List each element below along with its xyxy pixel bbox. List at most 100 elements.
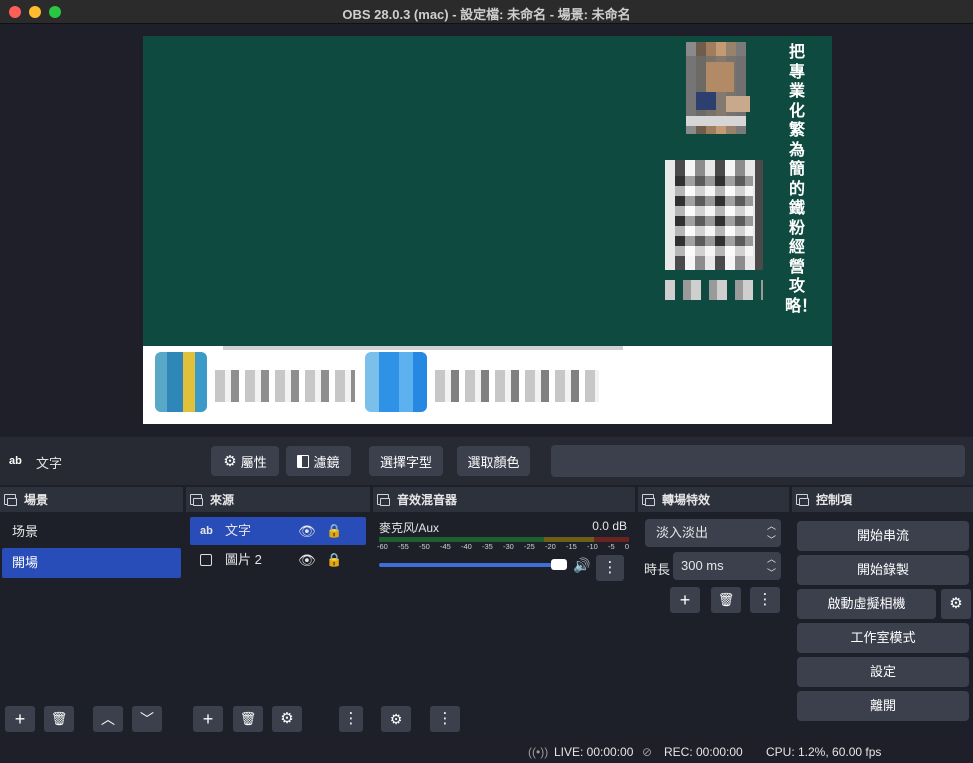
live-signal-icon: ((•)) — [528, 745, 549, 759]
scene-item[interactable]: 场景 — [2, 517, 181, 547]
duration-label: 時長 — [644, 562, 671, 577]
properties-label: 屬性 — [240, 454, 267, 470]
sources-dock-header[interactable]: 來源 — [186, 487, 370, 513]
start-streaming-button[interactable]: 開始串流 — [797, 521, 969, 551]
remove-transition-button[interactable]: 🗑 — [711, 587, 741, 613]
pixel-block — [706, 62, 734, 92]
speaker-icon[interactable]: 🔊 — [573, 557, 590, 574]
meter-ticks: -60 -55 -50 -45 -40 -35 -30 -25 -20 -15 -10 -5 0 — [377, 542, 629, 551]
channel-more-button[interactable]: ⋮ — [596, 555, 624, 581]
chevron-updown-icon[interactable]: ︿ ﹀ — [767, 552, 776, 580]
title-bar: OBS 28.0.3 (mac) - 設定檔: 未命名 - 場景: 未命名 — [0, 0, 973, 24]
dock-undock-icon[interactable] — [377, 494, 390, 506]
filters-label: 濾鏡 — [313, 454, 340, 470]
transitions-dock-header[interactable]: 轉場特效 — [638, 487, 789, 513]
dock-undock-icon[interactable] — [642, 494, 655, 506]
text-source-icon: ab — [200, 525, 213, 537]
mixer-more-button[interactable]: ⋮ — [430, 706, 460, 732]
select-font-button[interactable]: 選擇字型 — [369, 446, 443, 476]
transition-more-button[interactable]: ⋮ — [750, 587, 780, 613]
image-icon — [200, 554, 212, 566]
sources-list[interactable]: ab 文字 👁 🔒 圖片 2 👁 🔒 + 🗑 ⚙ ⋮ — [186, 513, 370, 739]
select-color-button[interactable]: 選取顏色 — [457, 446, 530, 476]
sources-title: 來源 — [210, 493, 235, 507]
scenes-dock: 場景 场景 開場 + 🗑 ︿ ﹀ — [0, 487, 183, 739]
trash-icon: 🗑 — [50, 711, 68, 726]
dock-undock-icon[interactable] — [796, 494, 809, 506]
window-title: OBS 28.0.3 (mac) - 設定檔: 未命名 - 場景: 未命名 — [342, 7, 631, 22]
meter-tick-label: -5 — [608, 542, 615, 551]
remove-scene-button[interactable]: 🗑 — [44, 706, 74, 732]
settings-button[interactable]: 設定 — [797, 657, 969, 687]
add-transition-button[interactable]: + — [670, 587, 700, 613]
chevron-up-icon: ︿ — [101, 711, 115, 727]
transitions-dock: 轉場特效 淡入淡出 ︿ ﹀ 時長 300 ms ︿ ﹀ + 🗑 ⋮ — [638, 487, 789, 739]
mixer-channel-db: 0.0 dB — [592, 519, 627, 533]
pixelated-logo-left — [155, 352, 207, 412]
audio-mixer-dock-header[interactable]: 音效混音器 — [373, 487, 635, 513]
meter-tick-label: 0 — [624, 542, 629, 551]
volume-slider-handle[interactable] — [551, 559, 567, 570]
mixer-channel-name: 麥克风/Aux — [379, 521, 440, 535]
meter-tick-label: -20 — [545, 542, 556, 551]
meter-tick-label: -35 — [482, 542, 493, 551]
more-vertical-icon: ⋮ — [437, 710, 453, 727]
source-name: 文字 — [225, 523, 252, 538]
pixel-block — [696, 92, 716, 110]
duration-value: 300 ms — [681, 558, 724, 573]
text-preview-field[interactable] — [551, 445, 965, 477]
start-recording-button[interactable]: 開始錄製 — [797, 555, 969, 585]
meter-tick-label: -45 — [440, 542, 451, 551]
lock-icon[interactable]: 🔒 — [326, 546, 342, 574]
scenes-list[interactable]: 场景 開場 + 🗑 ︿ ﹀ — [0, 513, 183, 739]
trash-icon: 🗑 — [239, 711, 257, 726]
gear-icon: ⚙ — [280, 710, 294, 727]
studio-mode-button[interactable]: 工作室模式 — [797, 623, 969, 653]
controls-dock: 控制項 開始串流 開始錄製 啟動虛擬相機 ⚙ 工作室模式 設定 離開 — [792, 487, 973, 739]
chevron-down-icon: ﹀ — [140, 711, 154, 727]
pixel-block — [665, 280, 763, 300]
transitions-body: 淡入淡出 ︿ ﹀ 時長 300 ms ︿ ﹀ + 🗑 ⋮ — [638, 513, 789, 739]
transitions-title: 轉場特效 — [662, 493, 711, 507]
gears-icon: ⚙ — [389, 711, 403, 727]
transition-select[interactable]: 淡入淡出 ︿ ﹀ — [645, 519, 781, 547]
source-item-text[interactable]: ab 文字 👁 🔒 — [190, 517, 366, 545]
source-properties-button[interactable]: ⚙ — [272, 706, 302, 732]
advanced-audio-settings-button[interactable]: ⚙ — [381, 706, 411, 732]
virtual-camera-settings-button[interactable]: ⚙ — [941, 589, 971, 619]
scene-item-selected[interactable]: 開場 — [2, 548, 181, 578]
source-more-button[interactable]: ⋮ — [339, 706, 363, 732]
pixel-block — [675, 176, 753, 256]
text-source-icon: ab — [9, 455, 22, 467]
rec-disabled-icon: ⊘ — [642, 745, 653, 759]
start-virtual-camera-button[interactable]: 啟動虛擬相機 — [797, 589, 936, 619]
move-scene-up-button[interactable]: ︿ — [93, 706, 123, 732]
meter-tick-label: -30 — [503, 542, 514, 551]
source-item-image[interactable]: 圖片 2 👁 🔒 — [190, 546, 366, 574]
controls-dock-header[interactable]: 控制項 — [792, 487, 973, 513]
visibility-eye-icon[interactable]: 👁 — [298, 517, 316, 545]
properties-button[interactable]: ⚙ 屬性 — [211, 446, 279, 476]
preview-canvas[interactable]: 把專業化繁為簡的鐵粉經營攻略！ — [143, 36, 832, 424]
visibility-eye-icon[interactable]: 👁 — [298, 546, 316, 574]
scenes-dock-header[interactable]: 場景 — [0, 487, 183, 513]
duration-spinbox[interactable]: 300 ms ︿ ﹀ — [673, 552, 781, 580]
remove-source-button[interactable]: 🗑 — [233, 706, 263, 732]
exit-button[interactable]: 離開 — [797, 691, 969, 721]
lock-icon[interactable]: 🔒 — [326, 517, 342, 545]
cpu-fps-status: CPU: 1.2%, 60.00 fps — [766, 745, 882, 759]
meter-tick-label: -55 — [398, 542, 409, 551]
preview-area[interactable]: 把專業化繁為簡的鐵粉經營攻略！ — [0, 24, 973, 436]
add-scene-button[interactable]: + — [5, 706, 35, 732]
dock-undock-icon[interactable] — [190, 494, 203, 506]
meter-tick-label: -60 — [377, 542, 388, 551]
move-scene-down-button[interactable]: ﹀ — [132, 706, 162, 732]
transition-selected-label: 淡入淡出 — [656, 525, 709, 540]
filters-button[interactable]: 濾鏡 — [286, 446, 351, 476]
pixel-block — [686, 116, 746, 126]
meter-tick-label: -25 — [524, 542, 535, 551]
add-source-button[interactable]: + — [193, 706, 223, 732]
meter-tick-label: -40 — [461, 542, 472, 551]
volume-slider[interactable] — [379, 563, 559, 567]
dock-undock-icon[interactable] — [4, 494, 17, 506]
